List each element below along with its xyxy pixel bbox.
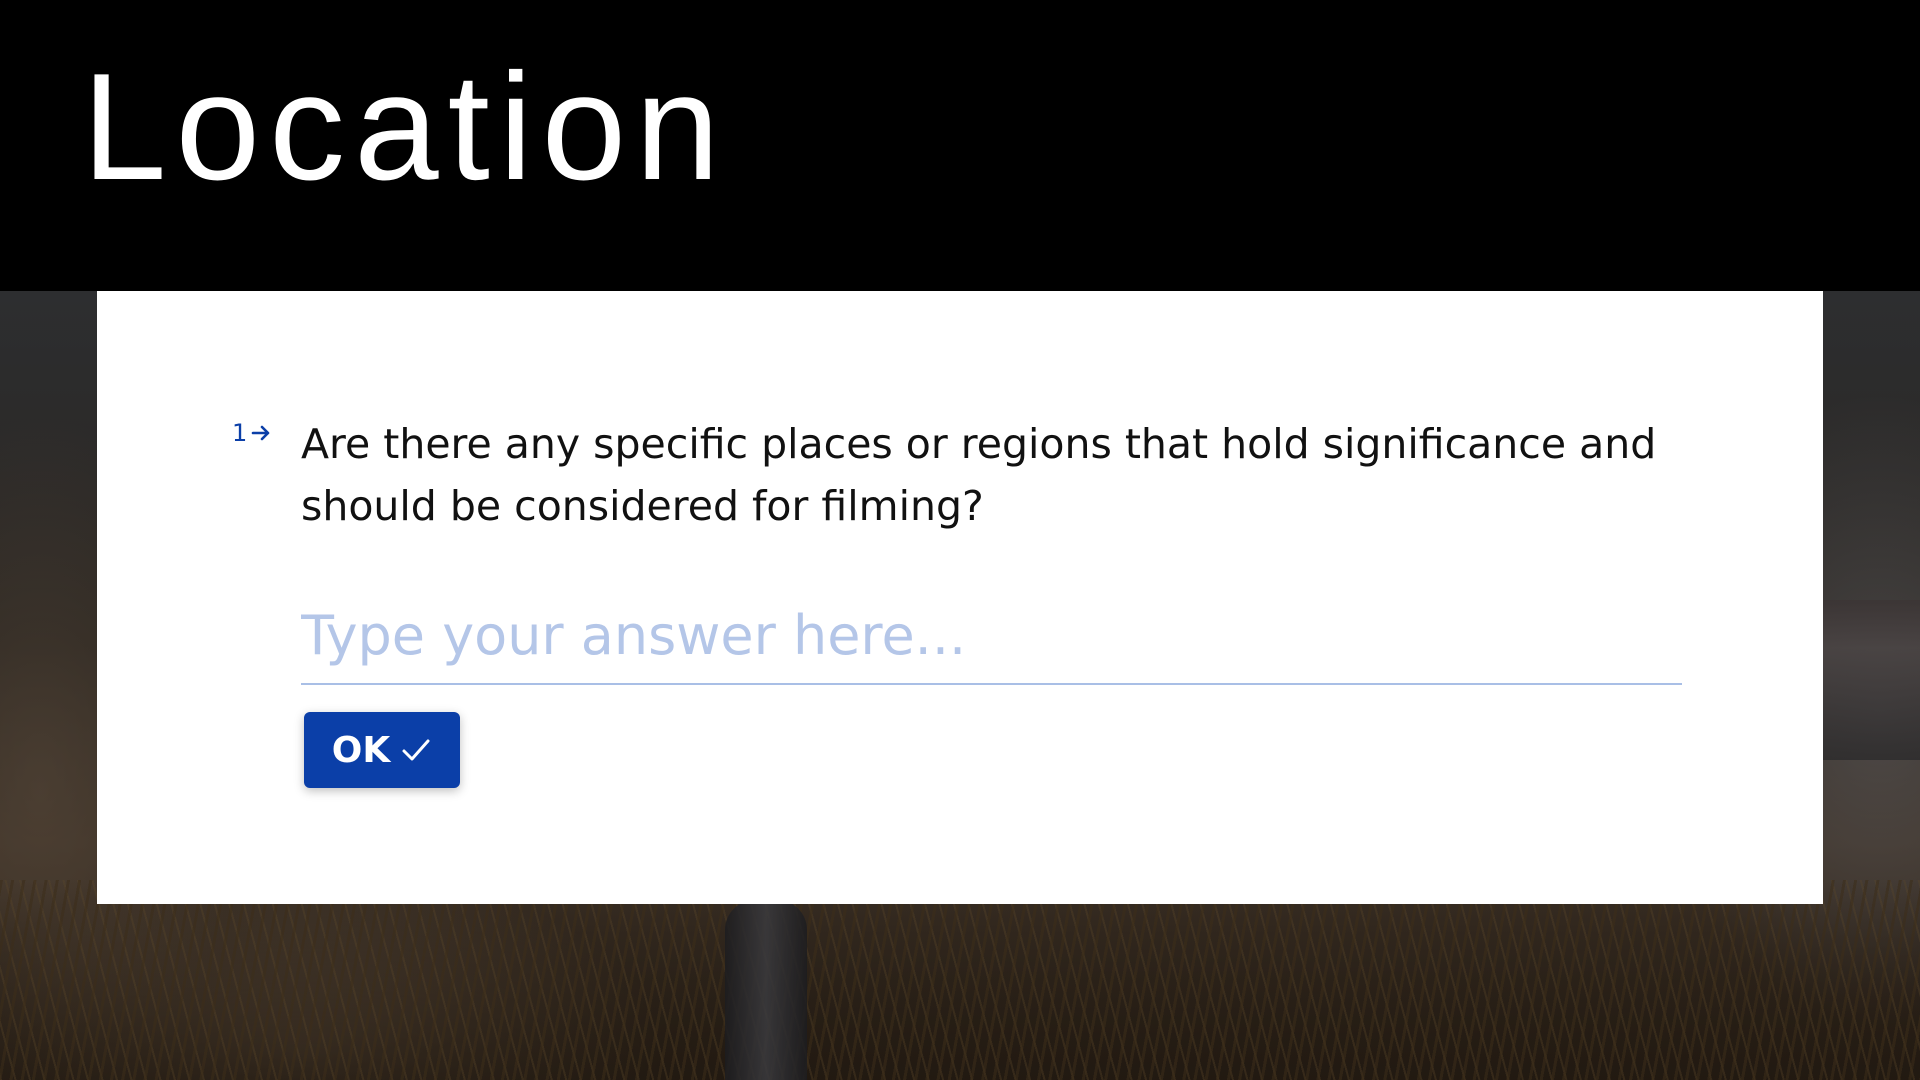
background-grass — [0, 880, 1920, 1080]
ok-button-label: OK — [331, 729, 391, 771]
arrow-right-icon — [251, 425, 270, 441]
page: Location 1 Are there any specific places… — [0, 0, 1920, 1080]
page-title: Location — [82, 42, 729, 212]
question-text: Are there any specific places or regions… — [301, 420, 1657, 530]
title-bar: Location — [0, 0, 1920, 291]
question-number: 1 — [232, 419, 273, 447]
answer-field — [301, 591, 1682, 685]
question-number-label: 1 — [232, 419, 248, 447]
ok-button[interactable]: OK — [304, 712, 460, 788]
answer-input[interactable] — [301, 591, 1682, 679]
background-post — [725, 900, 807, 1080]
question-card: 1 Are there any specific places or regio… — [97, 291, 1823, 904]
background-house — [1820, 600, 1920, 760]
check-icon — [402, 739, 430, 761]
